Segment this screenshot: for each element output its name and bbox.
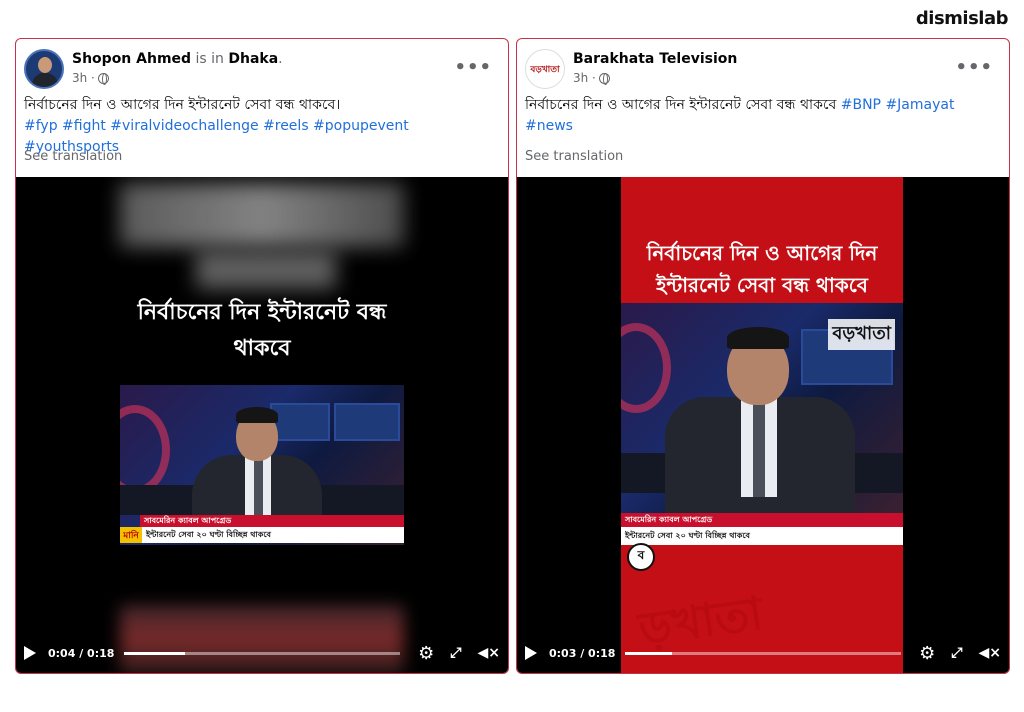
more-options-icon[interactable]: ••• xyxy=(955,57,993,78)
avatar[interactable] xyxy=(24,49,64,89)
avatar-logo-text: বড়খাতা xyxy=(530,64,560,75)
news-frame: সাবমেরিন ক্যাবল আপগ্রেড মানি ইন্টারনেট স… xyxy=(120,385,404,545)
see-translation-link[interactable]: See translation xyxy=(525,149,623,164)
caption-text: নির্বাচনের দিন ও আগের দিন ইন্টারনেট সেবা… xyxy=(525,97,837,113)
location-link[interactable]: Dhaka xyxy=(228,51,278,67)
ticker-bottom: ইন্টারনেট সেবা ২০ ঘণ্টা বিচ্ছিন্ন থাকবে xyxy=(621,527,903,545)
video-player[interactable]: নির্বাচনের দিন ও আগের দিন ইন্টারনেট সেবা… xyxy=(517,177,1009,673)
author-name[interactable]: Barakhata Television xyxy=(573,51,737,67)
is-in-text: is in xyxy=(195,51,224,67)
author-line: Barakhata Television xyxy=(573,51,737,67)
facebook-post-shopon: Shopon Ahmed is in Dhaka. 3h · ••• নির্ব… xyxy=(15,38,509,674)
dismislab-logo: dismislab xyxy=(915,8,1009,29)
author-name[interactable]: Shopon Ahmed xyxy=(72,51,191,67)
avatar[interactable]: বড়খাতা xyxy=(525,49,565,89)
post-time[interactable]: 3h · xyxy=(573,71,596,85)
author-line: Shopon Ahmed is in Dhaka. xyxy=(72,51,283,67)
ticker-tag: মানি xyxy=(120,527,142,543)
volume-muted-icon[interactable]: ◀× xyxy=(478,645,501,661)
progress-bar[interactable] xyxy=(124,651,401,655)
hashtags-inline[interactable]: #BNP #Jamayat xyxy=(841,97,955,113)
gear-icon[interactable]: ⚙ xyxy=(418,643,434,664)
post-caption: নির্বাচনের দিন ও আগের দিন ইন্টারনেট সেবা… xyxy=(525,95,999,137)
blurred-overlay-mid xyxy=(196,251,336,289)
gear-icon[interactable]: ⚙ xyxy=(919,643,935,664)
globe-icon xyxy=(598,72,610,85)
news-frame: বড়খাতা xyxy=(621,303,903,513)
location-suffix: . xyxy=(278,51,283,67)
progress-bar[interactable] xyxy=(625,651,902,655)
blurred-overlay-top xyxy=(120,183,404,247)
volume-muted-icon[interactable]: ◀× xyxy=(979,645,1002,661)
ticker-top: সাবমেরিন ক্যাবল আপগ্রেড xyxy=(621,513,903,527)
facebook-post-barakhata: বড়খাতা Barakhata Television 3h · ••• নি… xyxy=(516,38,1010,674)
post-header: বড়খাতা Barakhata Television 3h · ••• xyxy=(525,47,1001,91)
play-icon[interactable] xyxy=(525,646,537,660)
video-controls: 0:04 / 0:18 ⚙ ⤢ ◀× xyxy=(16,633,508,673)
post-time[interactable]: 3h · xyxy=(72,71,95,85)
play-icon[interactable] xyxy=(24,646,36,660)
post-meta: 3h · xyxy=(72,71,109,85)
expand-icon[interactable]: ⤢ xyxy=(450,645,461,661)
channel-logo: বড়খাতা xyxy=(828,319,895,350)
video-frame: নির্বাচনের দিন ও আগের দিন ইন্টারনেট সেবা… xyxy=(621,177,903,673)
ticker-top: সাবমেরিন ক্যাবল আপগ্রেড xyxy=(140,515,404,527)
see-translation-link[interactable]: See translation xyxy=(24,149,122,164)
video-controls: 0:03 / 0:18 ⚙ ⤢ ◀× xyxy=(517,633,1009,673)
hashtag-news[interactable]: #news xyxy=(525,118,573,134)
video-time: 0:04 / 0:18 xyxy=(48,646,115,660)
video-headline: নির্বাচনের দিন ইন্টারনেট বন্ধ থাকবে xyxy=(137,300,387,361)
more-options-icon[interactable]: ••• xyxy=(454,57,492,78)
post-meta: 3h · xyxy=(573,71,610,85)
video-player[interactable]: নির্বাচনের দিন ইন্টারনেট বন্ধ থাকবে সাবম… xyxy=(16,177,508,673)
globe-icon xyxy=(97,72,109,85)
caption-text: নির্বাচনের দিন ও আগের দিন ইন্টারনেট সেবা… xyxy=(24,97,341,113)
post-header: Shopon Ahmed is in Dhaka. 3h · ••• xyxy=(24,47,500,91)
ticker-bottom: ইন্টারনেট সেবা ২০ ঘণ্টা বিচ্ছিন্ন থাকবে xyxy=(142,527,404,543)
video-time: 0:03 / 0:18 xyxy=(549,646,616,660)
expand-icon[interactable]: ⤢ xyxy=(951,645,962,661)
round-logo: ব xyxy=(627,543,655,571)
video-headline: নির্বাচনের দিন ও আগের দিন ইন্টারনেট সেবা… xyxy=(646,241,878,297)
